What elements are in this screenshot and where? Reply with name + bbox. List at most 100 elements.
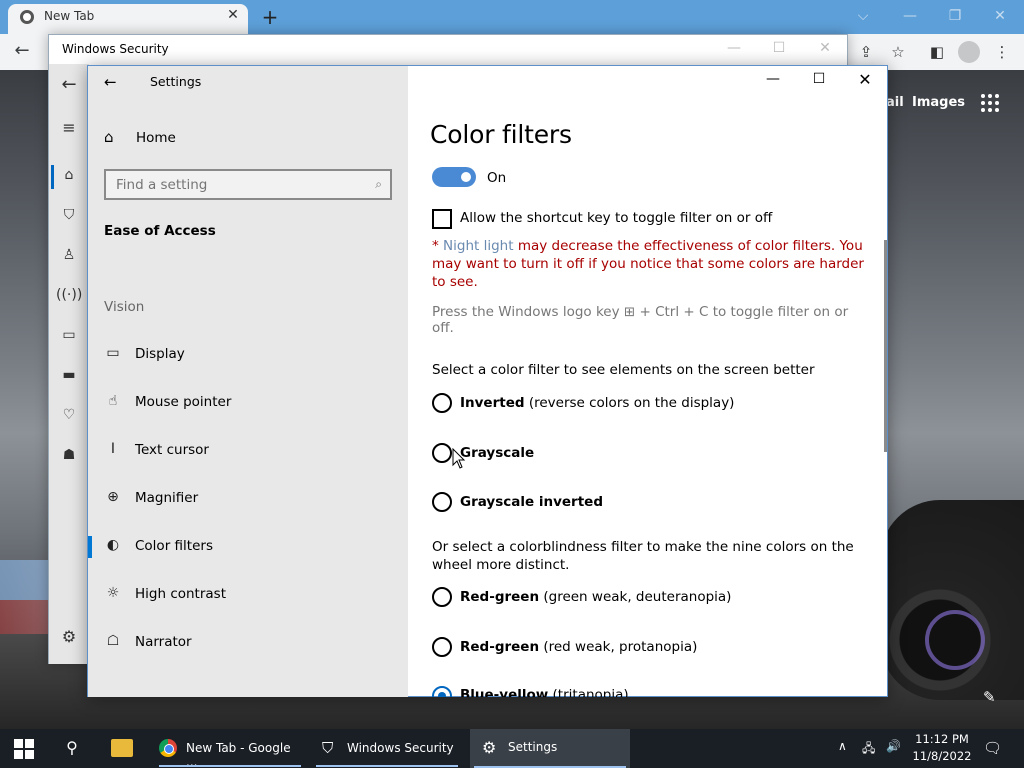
night-light-warning: * Night light may decrease the effective… [432, 237, 872, 291]
home-nav-label[interactable]: Home [136, 130, 176, 146]
find-setting-box[interactable]: ⌕ [104, 169, 392, 200]
file-explorer-icon[interactable] [111, 739, 133, 757]
taskbar-settings-app[interactable]: ⚙ Settings [470, 729, 630, 768]
tray-overflow-chevron-icon[interactable]: ∧ [838, 739, 847, 753]
radio-red-green-deuteranopia[interactable] [432, 587, 452, 607]
gmail-link[interactable]: ail [886, 95, 904, 110]
bookmark-star-icon[interactable]: ☆ [887, 41, 909, 63]
app-browser-control-icon[interactable]: ▭ [56, 327, 82, 351]
radio-blue-yellow-tritanopia[interactable] [432, 686, 452, 697]
customize-pencil-icon[interactable]: ✎ [983, 688, 996, 706]
wallpaper-race-car [880, 500, 1024, 700]
home-icon[interactable]: ⌂ [56, 167, 82, 191]
nav-item-color-filters[interactable]: ◐ Color filters [88, 526, 408, 566]
nav-item-label: Narrator [135, 634, 192, 650]
color-filters-toggle[interactable] [432, 167, 476, 187]
nav-item-high-contrast[interactable]: ☼ High contrast [88, 574, 408, 614]
browser-close-button[interactable]: ✕ [985, 4, 1015, 28]
browser-menu-icon[interactable]: ⋮ [991, 41, 1013, 63]
notification-center-icon[interactable]: 🗨 [983, 739, 1002, 757]
browser-restore-button[interactable]: ❐ [940, 4, 970, 28]
nav-item-mouse-pointer[interactable]: ☝ Mouse pointer [88, 382, 408, 422]
shortcut-key-label[interactable]: Allow the shortcut key to toggle filter … [460, 210, 772, 226]
radio-label-inverted[interactable]: Inverted (reverse colors on the display) [460, 395, 734, 411]
taskbar-app-label: Windows Security [347, 741, 454, 755]
display-icon: ▭ [106, 345, 120, 361]
search-icon[interactable]: ⌕ [375, 177, 382, 192]
taskbar-security-app[interactable]: ⛉ Windows Security [312, 730, 462, 767]
nav-item-label: Text cursor [135, 442, 209, 458]
device-health-icon[interactable]: ♡ [56, 407, 82, 431]
color-filters-icon: ◐ [106, 537, 120, 553]
security-sidebar [49, 64, 89, 664]
clock-time[interactable]: 11:12 PM [910, 732, 974, 746]
home-nav-icon[interactable]: ⌂ [104, 128, 114, 146]
find-setting-input[interactable] [116, 177, 356, 193]
content-scrollbar[interactable] [884, 240, 887, 452]
page-title: Color filters [430, 120, 572, 149]
running-indicator [159, 765, 301, 767]
radio-label-grayscale[interactable]: Grayscale [460, 445, 534, 461]
radio-inverted[interactable] [432, 393, 452, 413]
volume-icon[interactable]: 🔊 [886, 739, 901, 753]
images-link[interactable]: Images [912, 95, 965, 110]
nav-item-narrator[interactable]: ☖ Narrator [88, 622, 408, 662]
new-tab-button[interactable]: + [260, 5, 280, 29]
side-panel-icon[interactable]: ◧ [926, 41, 948, 63]
shortcut-key-checkbox[interactable] [432, 209, 452, 229]
settings-window-title: Settings [150, 74, 202, 89]
clock-date[interactable]: 11/8/2022 [910, 749, 974, 763]
shield-icon[interactable]: ⛉ [56, 207, 82, 231]
windows-start-icon[interactable] [14, 739, 34, 759]
settings-maximize-button[interactable]: ☐ [806, 71, 832, 91]
account-icon[interactable]: ♙ [56, 247, 82, 271]
family-options-icon[interactable]: ☗ [56, 447, 82, 471]
mouse-cursor-icon [452, 448, 466, 469]
browser-back-button[interactable]: ← [10, 40, 34, 61]
profile-avatar[interactable] [958, 41, 980, 63]
tab-close-icon[interactable]: ✕ [224, 7, 242, 23]
settings-minimize-button[interactable]: — [760, 71, 786, 91]
taskbar-search-icon[interactable]: ⚲ [62, 738, 82, 757]
device-security-icon[interactable]: ▬ [56, 367, 82, 391]
share-icon[interactable]: ⇪ [855, 41, 877, 63]
radio-grayscale-inverted[interactable] [432, 492, 452, 512]
security-minimize-button[interactable]: — [720, 40, 748, 60]
security-maximize-button[interactable]: ☐ [765, 40, 793, 60]
filter-name: Inverted [460, 395, 525, 411]
chrome-icon [159, 739, 177, 757]
wallpaper-wheel [925, 610, 985, 670]
security-close-button[interactable]: ✕ [811, 40, 839, 60]
night-light-link[interactable]: Night light [443, 238, 513, 254]
nav-item-text-cursor[interactable]: Ι Text cursor [88, 430, 408, 470]
radio-label-deuteranopia[interactable]: Red-green (green weak, deuteranopia) [460, 589, 731, 605]
browser-dropdown-icon[interactable]: ⌵ [848, 4, 878, 28]
radio-grayscale[interactable] [432, 443, 452, 463]
high-contrast-icon: ☼ [106, 585, 120, 601]
taskbar-app-label: Settings [508, 740, 558, 754]
settings-gear-icon[interactable]: ⚙ [56, 627, 82, 651]
hamburger-menu-icon[interactable]: ≡ [56, 118, 82, 142]
network-icon[interactable]: 🖧 [862, 739, 875, 760]
section-heading-vision: Vision [104, 299, 145, 315]
nav-item-display[interactable]: ▭ Display [88, 334, 408, 374]
back-arrow-icon[interactable]: ← [56, 74, 82, 98]
category-heading: Ease of Access [104, 223, 216, 239]
filter-name: Blue-yellow [460, 687, 549, 697]
radio-label-protanopia[interactable]: Red-green (red weak, protanopia) [460, 639, 697, 655]
settings-close-button[interactable]: ✕ [852, 70, 878, 90]
shortcut-hint: Press the Windows logo key ⊞ + Ctrl + C … [432, 304, 849, 336]
text-cursor-icon: Ι [110, 441, 116, 457]
filter-name: Red-green [460, 639, 540, 655]
browser-minimize-button[interactable]: — [895, 4, 925, 28]
radio-label-grayscale-inverted[interactable]: Grayscale inverted [460, 494, 603, 510]
settings-back-button[interactable]: ← [104, 73, 117, 91]
radio-label-tritanopia[interactable]: Blue-yellow (tritanopia) [460, 687, 629, 697]
nav-item-magnifier[interactable]: ⊕ Magnifier [88, 478, 408, 518]
taskbar-chrome-app[interactable]: New Tab - Google ... [155, 730, 305, 768]
filter-desc: (green weak, deuteranopia) [539, 589, 732, 605]
firewall-network-icon[interactable]: ((·)) [56, 287, 82, 311]
running-indicator [316, 765, 458, 767]
radio-red-green-protanopia[interactable] [432, 637, 452, 657]
google-apps-icon[interactable] [981, 94, 999, 112]
